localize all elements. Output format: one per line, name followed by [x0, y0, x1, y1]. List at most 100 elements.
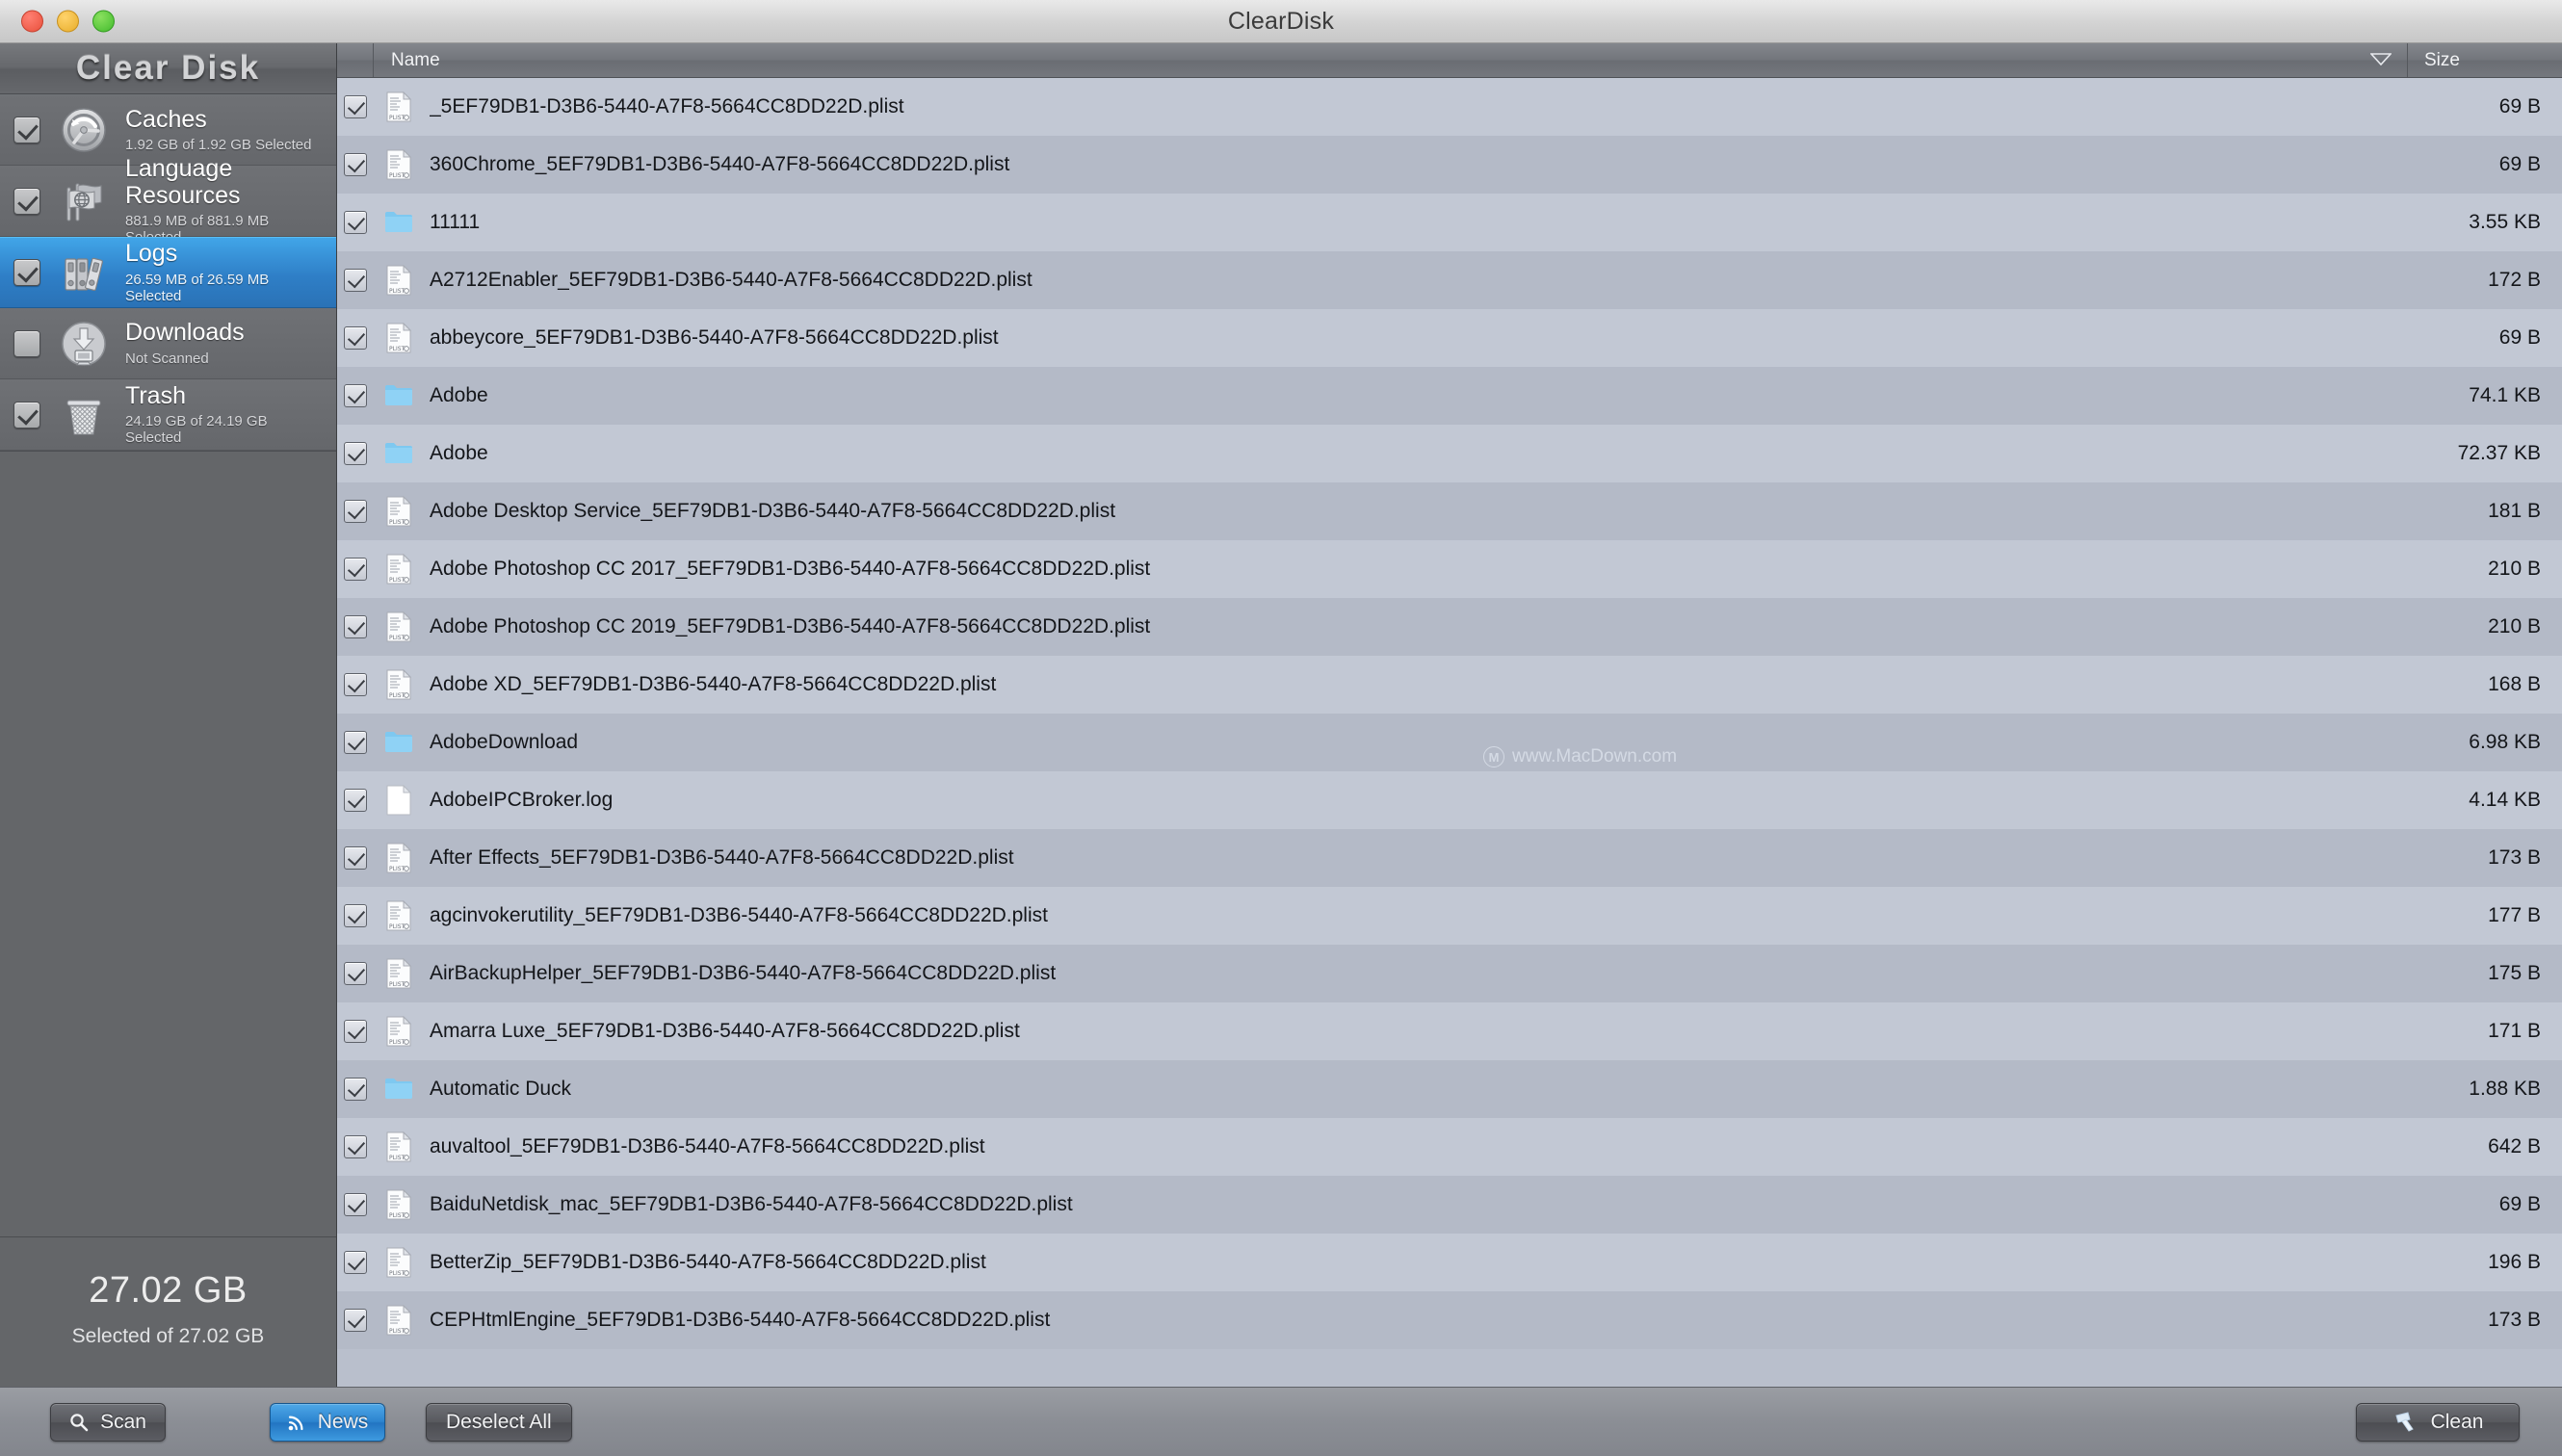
sidebar-item-language-resources[interactable]: Language Resources 881.9 MB of 881.9 MB …: [0, 155, 336, 246]
row-checkbox-cell[interactable]: [337, 962, 374, 985]
row-checkbox-cell[interactable]: [337, 153, 374, 176]
plist-file-icon: PLIST: [374, 1247, 424, 1278]
folder-icon: [374, 1077, 424, 1102]
row-checkbox[interactable]: [344, 673, 367, 696]
table-row[interactable]: PLIST Adobe Photoshop CC 2019_5EF79DB1-D3…: [337, 598, 2562, 656]
table-row[interactable]: PLIST AirBackupHelper_5EF79DB1-D3B6-5440-…: [337, 945, 2562, 1002]
table-row[interactable]: PLIST Adobe XD_5EF79DB1-D3B6-5440-A7F8-56…: [337, 656, 2562, 714]
table-row[interactable]: PLIST Adobe Photoshop CC 2017_5EF79DB1-D3…: [337, 540, 2562, 598]
row-checkbox[interactable]: [344, 384, 367, 407]
row-checkbox-cell[interactable]: [337, 615, 374, 638]
header-size-column[interactable]: Size: [2408, 43, 2562, 77]
plist-file-icon: PLIST: [374, 1189, 424, 1220]
category-list: Caches 1.92 GB of 1.92 GB Selected Langu…: [0, 94, 336, 452]
table-row[interactable]: PLIST _5EF79DB1-D3B6-5440-A7F8-5664CC8DD2…: [337, 78, 2562, 136]
sidebar-item-trash[interactable]: Trash 24.19 GB of 24.19 GB Selected: [0, 379, 336, 451]
row-checkbox-cell[interactable]: [337, 673, 374, 696]
scan-button[interactable]: Scan: [50, 1402, 166, 1442]
row-checkbox-cell[interactable]: [337, 211, 374, 234]
plist-file-icon: PLIST: [374, 1305, 424, 1336]
file-list-pane: Name Size PLIST _5EF79DB1-D3B6-5440-A7F8-…: [337, 43, 2562, 1387]
deselect-all-button[interactable]: Deselect All: [426, 1402, 572, 1442]
row-checkbox[interactable]: [344, 731, 367, 754]
row-checkbox-cell[interactable]: [337, 558, 374, 581]
row-checkbox[interactable]: [344, 1193, 367, 1216]
table-row[interactable]: Adobe 72.37 KB: [337, 425, 2562, 482]
table-row[interactable]: PLIST A2712Enabler_5EF79DB1-D3B6-5440-A7F…: [337, 251, 2562, 309]
table-row[interactable]: PLIST After Effects_5EF79DB1-D3B6-5440-A7…: [337, 829, 2562, 887]
row-checkbox[interactable]: [344, 615, 367, 638]
table-row[interactable]: 11111 3.55 KB: [337, 194, 2562, 251]
row-file-name: CEPHtmlEngine_5EF79DB1-D3B6-5440-A7F8-56…: [430, 1309, 1051, 1331]
row-checkbox[interactable]: [344, 1251, 367, 1274]
svg-text:PLIST: PLIST: [389, 981, 405, 988]
row-file-name: 11111: [430, 211, 481, 233]
row-checkbox-cell[interactable]: [337, 269, 374, 292]
row-checkbox-cell[interactable]: [337, 326, 374, 350]
table-row[interactable]: AdobeDownload 6.98 KB: [337, 714, 2562, 771]
news-button[interactable]: News: [270, 1402, 385, 1442]
row-checkbox[interactable]: [344, 500, 367, 523]
row-checkbox[interactable]: [344, 326, 367, 350]
row-checkbox-cell[interactable]: [337, 1078, 374, 1101]
table-row[interactable]: PLIST 360Chrome_5EF79DB1-D3B6-5440-A7F8-5…: [337, 136, 2562, 194]
row-checkbox-cell[interactable]: [337, 846, 374, 870]
language-resources-checkbox[interactable]: [13, 187, 40, 215]
row-checkbox-cell[interactable]: [337, 95, 374, 118]
row-checkbox-cell[interactable]: [337, 1193, 374, 1216]
row-checkbox[interactable]: [344, 904, 367, 927]
row-file-name: AdobeDownload: [430, 731, 579, 753]
zoom-button[interactable]: [92, 10, 115, 33]
table-row[interactable]: PLIST Adobe Desktop Service_5EF79DB1-D3B6…: [337, 482, 2562, 540]
row-checkbox[interactable]: [344, 789, 367, 812]
trash-checkbox[interactable]: [13, 401, 40, 429]
caches-text: Caches 1.92 GB of 1.92 GB Selected: [125, 106, 327, 153]
row-checkbox[interactable]: [344, 153, 367, 176]
row-checkbox[interactable]: [344, 1309, 367, 1332]
logs-checkbox[interactable]: [13, 259, 40, 286]
row-checkbox-cell[interactable]: [337, 1251, 374, 1274]
row-checkbox[interactable]: [344, 211, 367, 234]
row-checkbox-cell[interactable]: [337, 904, 374, 927]
table-row[interactable]: Adobe 74.1 KB: [337, 367, 2562, 425]
row-checkbox[interactable]: [344, 95, 367, 118]
table-row[interactable]: PLIST BetterZip_5EF79DB1-D3B6-5440-A7F8-5…: [337, 1234, 2562, 1291]
table-row[interactable]: PLIST agcinvokerutility_5EF79DB1-D3B6-544…: [337, 887, 2562, 945]
row-checkbox[interactable]: [344, 1078, 367, 1101]
row-checkbox[interactable]: [344, 269, 367, 292]
row-checkbox[interactable]: [344, 1135, 367, 1158]
table-row[interactable]: PLIST Amarra Luxe_5EF79DB1-D3B6-5440-A7F8…: [337, 1002, 2562, 1060]
row-checkbox-cell[interactable]: [337, 789, 374, 812]
plist-file-icon: PLIST: [374, 265, 424, 296]
header-select-all-column[interactable]: [337, 43, 374, 77]
table-row[interactable]: PLIST CEPHtmlEngine_5EF79DB1-D3B6-5440-A7…: [337, 1291, 2562, 1349]
table-row[interactable]: Automatic Duck 1.88 KB: [337, 1060, 2562, 1118]
table-row[interactable]: AdobeIPCBroker.log 4.14 KB: [337, 771, 2562, 829]
table-row[interactable]: PLIST abbeycore_5EF79DB1-D3B6-5440-A7F8-5…: [337, 309, 2562, 367]
language-resources-text: Language Resources 881.9 MB of 881.9 MB …: [125, 155, 327, 246]
table-row[interactable]: PLIST BaiduNetdisk_mac_5EF79DB1-D3B6-5440…: [337, 1176, 2562, 1234]
header-name-column[interactable]: Name: [374, 43, 2408, 77]
row-checkbox[interactable]: [344, 962, 367, 985]
row-checkbox-cell[interactable]: [337, 731, 374, 754]
row-checkbox[interactable]: [344, 558, 367, 581]
sidebar-item-logs[interactable]: Logs 26.59 MB of 26.59 MB Selected: [0, 237, 336, 308]
row-checkbox-cell[interactable]: [337, 1309, 374, 1332]
row-checkbox[interactable]: [344, 442, 367, 465]
row-checkbox-cell[interactable]: [337, 442, 374, 465]
row-checkbox[interactable]: [344, 846, 367, 870]
caches-checkbox[interactable]: [13, 117, 40, 143]
table-row[interactable]: PLIST auvaltool_5EF79DB1-D3B6-5440-A7F8-5…: [337, 1118, 2562, 1176]
row-checkbox-cell[interactable]: [337, 384, 374, 407]
row-checkbox-cell[interactable]: [337, 1135, 374, 1158]
svg-text:PLIST: PLIST: [389, 172, 405, 179]
trash-text: Trash 24.19 GB of 24.19 GB Selected: [125, 382, 327, 446]
row-checkbox-cell[interactable]: [337, 1020, 374, 1043]
downloads-checkbox[interactable]: [13, 329, 40, 357]
row-checkbox-cell[interactable]: [337, 500, 374, 523]
clean-button[interactable]: Clean: [2356, 1402, 2520, 1442]
close-button[interactable]: [21, 10, 43, 33]
sidebar-item-downloads[interactable]: Downloads Not Scanned: [0, 308, 336, 379]
row-checkbox[interactable]: [344, 1020, 367, 1043]
minimize-button[interactable]: [57, 10, 79, 33]
